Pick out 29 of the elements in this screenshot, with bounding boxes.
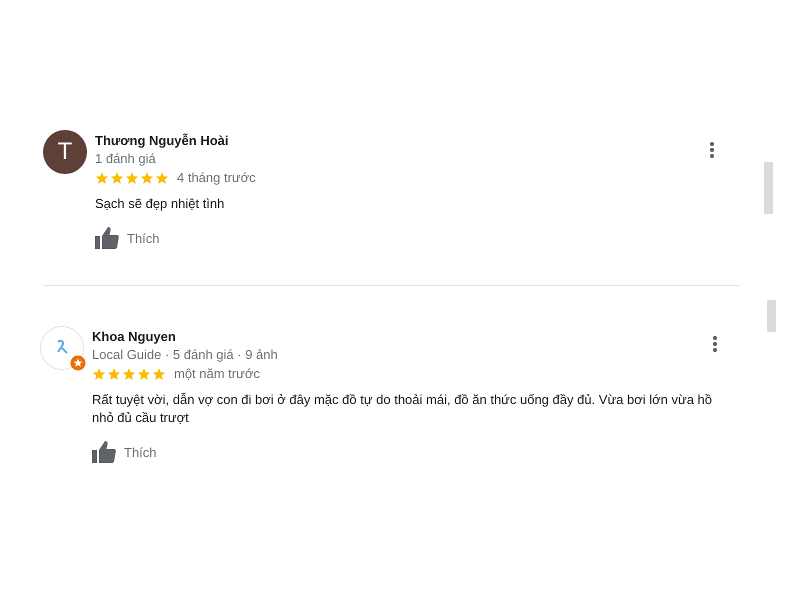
reviewer-info: Local Guide · 5 đánh giá · 9 ảnh [92,346,278,364]
star-icon [140,170,154,184]
star-icon [137,366,151,380]
scrollbar[interactable] [767,300,776,332]
star-icon [122,366,136,380]
avatar[interactable]: T [43,130,87,174]
thumbs-up-icon [95,227,119,249]
reviewer-info: 1 đánh giá [95,150,156,168]
like-button[interactable]: Thích [95,227,160,249]
star-icon [110,170,124,184]
star-icon [125,170,139,184]
more-options-icon[interactable] [713,336,717,352]
review-text: Sạch sẽ đẹp nhiệt tình [95,195,224,213]
more-options-icon[interactable] [710,142,714,158]
star-icon [95,170,109,184]
star-icon [152,366,166,380]
review-time: một năm trước [174,366,260,381]
star-icon [92,366,106,380]
star-icon [107,366,121,380]
thumbs-up-icon [92,441,116,463]
like-button[interactable]: Thích [92,441,157,463]
review-time: 4 tháng trước [177,170,256,185]
reviewer-name[interactable]: Khoa Nguyen [92,328,176,345]
reviewer-name[interactable]: Thương Nguyễn Hoài [95,132,228,149]
scrollbar[interactable] [764,162,773,214]
review-text: Rất tuyệt vời, dẫn vợ con đi bơi ở đây mặc đồ tự do thoải mái, đồ ăn thức uống đầy đủ. Vừa bơi lớn vừa hồ nhỏ đủ cầu trượt [92,391,714,427]
avatar[interactable] [40,326,84,370]
star-icon [155,170,169,184]
local-guide-badge-icon [70,355,86,371]
